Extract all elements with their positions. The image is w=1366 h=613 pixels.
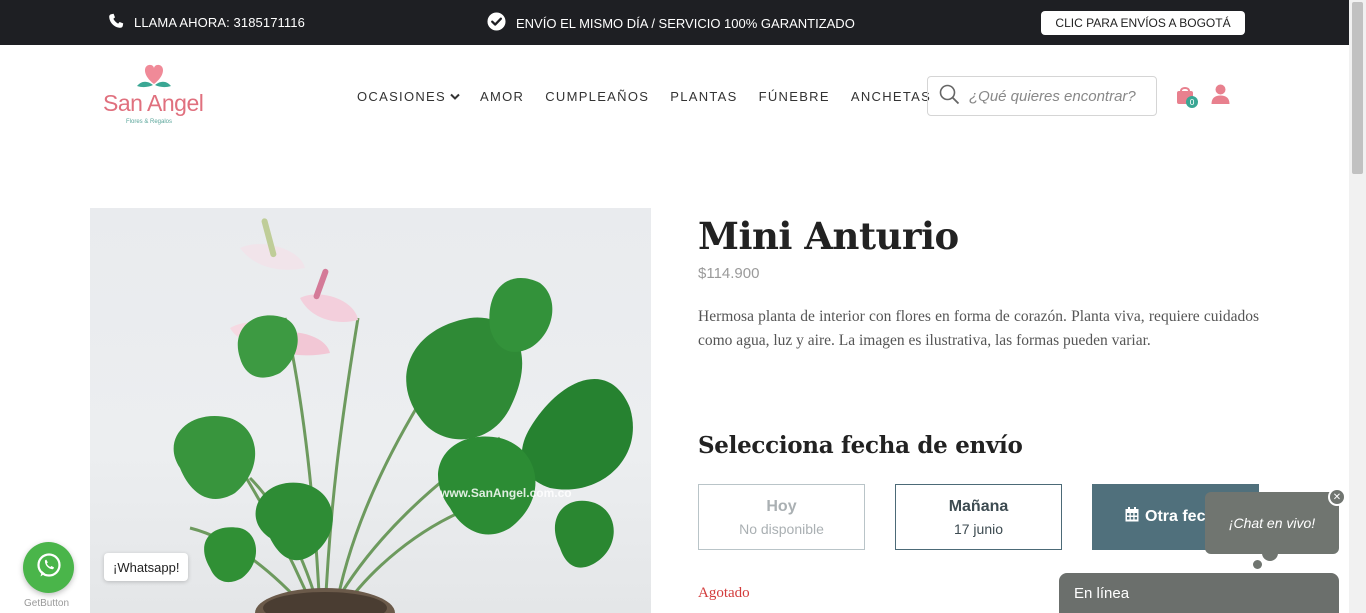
chat-bubble-dot — [1253, 560, 1262, 569]
image-watermark: www.SanAngel.com.co — [440, 486, 572, 500]
scrollbar-thumb[interactable] — [1352, 2, 1363, 174]
bogota-shipping-button[interactable]: CLIC PARA ENVÍOS A BOGOTÁ — [1041, 11, 1245, 35]
whatsapp-tooltip[interactable]: ¡Whatsapp! — [104, 553, 189, 581]
nav-label: AMOR — [480, 89, 525, 104]
user-icon — [1211, 84, 1230, 109]
call-label: LLAMA AHORA: 3185171116 — [134, 15, 305, 30]
cart-button[interactable]: 0 — [1175, 84, 1198, 108]
check-circle-icon — [487, 12, 506, 34]
delivery-date-heading: Selecciona fecha de envío — [698, 432, 1023, 459]
search-placeholder: ¿Qué quieres encontrar? — [969, 87, 1136, 105]
logo-tagline: Flores & Regalos — [126, 119, 173, 125]
cart-count-badge: 0 — [1186, 96, 1198, 108]
calendar-icon — [1125, 507, 1139, 527]
nav-item-ocasiones[interactable]: OCASIONES — [357, 89, 460, 104]
call-now[interactable]: LLAMA AHORA: 3185171116 — [108, 13, 305, 32]
live-chat-bar[interactable]: En línea — [1059, 573, 1339, 613]
product-price: $114.900 — [698, 265, 760, 282]
whatsapp-icon — [35, 552, 63, 584]
phone-icon — [108, 13, 124, 32]
nav-label: OCASIONES — [357, 89, 446, 104]
delivery-option-manana[interactable]: Mañana 17 junio — [895, 484, 1062, 550]
option-sublabel: 17 junio — [953, 520, 1004, 537]
nav-label: PLANTAS — [670, 89, 738, 104]
chevron-down-icon — [450, 89, 460, 104]
close-icon[interactable]: ✕ — [1328, 488, 1346, 506]
nav-item-anchetas[interactable]: ANCHETAS — [851, 89, 931, 104]
account-button[interactable] — [1211, 84, 1230, 109]
product-description: Hermosa planta de interior con flores en… — [698, 308, 1259, 349]
delivery-option-hoy[interactable]: Hoy No disponible — [698, 484, 865, 550]
site-logo[interactable]: San Angel Flores & Regalos — [103, 62, 213, 130]
nav-item-cumpleanos[interactable]: CUMPLEAÑOS — [545, 89, 649, 104]
nav-item-plantas[interactable]: PLANTAS — [670, 89, 737, 104]
page-scrollbar[interactable] — [1349, 0, 1366, 613]
main-nav: OCASIONES AMOR CUMPLEAÑOS PLANTAS FÚNEBR… — [357, 89, 931, 104]
option-label: Mañana — [948, 497, 1009, 515]
chat-bubble-tail — [1262, 551, 1278, 561]
search-icon — [939, 84, 960, 109]
getbutton-credit[interactable]: GetButton — [24, 598, 69, 609]
shipping-label: ENVÍO EL MISMO DÍA / SERVICIO 100% GARAN… — [516, 15, 855, 31]
whatsapp-button[interactable] — [23, 542, 74, 593]
product-title: Mini Anturio — [698, 214, 959, 258]
logo-brand: San Angel — [103, 90, 204, 116]
option-label: Hoy — [766, 497, 797, 515]
top-bar: LLAMA AHORA: 3185171116 ENVÍO EL MISMO D… — [0, 0, 1349, 45]
stock-status: Agotado — [698, 585, 750, 601]
shipping-info: ENVÍO EL MISMO DÍA / SERVICIO 100% GARAN… — [487, 12, 855, 34]
nav-item-funebre[interactable]: FÚNEBRE — [759, 89, 830, 104]
nav-label: CUMPLEAÑOS — [545, 89, 650, 104]
nav-label: FÚNEBRE — [758, 89, 830, 104]
search-input[interactable]: ¿Qué quieres encontrar? — [927, 76, 1157, 116]
live-chat-bubble[interactable]: ¡Chat en vivo! — [1205, 492, 1339, 554]
nav-item-amor[interactable]: AMOR — [480, 89, 524, 104]
option-sublabel: No disponible — [739, 520, 824, 537]
nav-label: ANCHETAS — [850, 89, 932, 104]
